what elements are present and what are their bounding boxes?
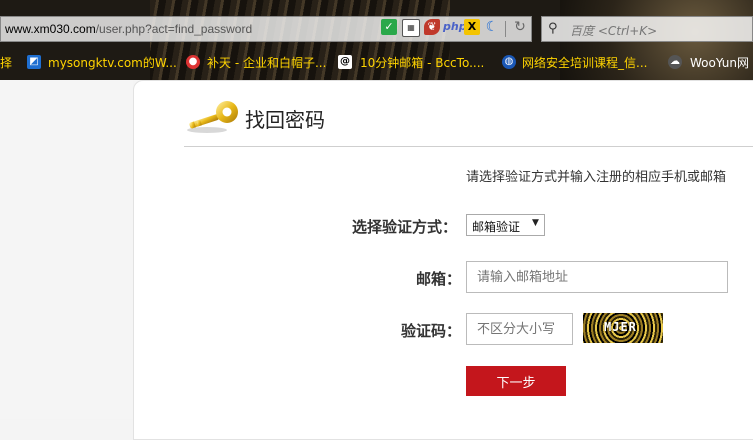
shield-icon[interactable]: ✓ [381, 19, 397, 35]
globe-icon: ◍ [502, 55, 516, 69]
x-tool-icon[interactable]: X [464, 19, 480, 35]
bookmark-item-bccto[interactable]: 10分钟邮箱 - BccTo.... [360, 54, 484, 71]
feather-icon[interactable]: ❦ [424, 19, 440, 35]
email-label: 邮箱： [416, 270, 462, 288]
captcha-input[interactable] [466, 313, 573, 345]
refresh-icon[interactable]: ↻ [512, 19, 528, 37]
qr-code-icon[interactable]: ▦ [402, 19, 420, 37]
php-icon[interactable]: php [443, 19, 467, 35]
page-title: 找回密码 [245, 108, 325, 132]
verification-method-label: 选择验证方式： [352, 218, 458, 236]
bookmarks-bar: 择 ◩ mysongktv.com的W... ● 补天 - 企业和白帽子... … [0, 50, 753, 74]
toolbar-divider [505, 21, 506, 37]
bookmark-item-wooyun[interactable]: WooYun网 [690, 54, 749, 71]
search-placeholder: 百度 <Ctrl+K> [570, 24, 658, 38]
content-panel [133, 80, 753, 440]
wooyun-icon: ☁ [668, 55, 682, 69]
captcha-label: 验证码： [401, 322, 462, 340]
captcha-image[interactable]: MJER [583, 313, 663, 343]
search-icon: ⚲ [548, 21, 558, 36]
bookmark-item-butian[interactable]: 补天 - 企业和白帽子... [207, 54, 326, 71]
instruction-text: 请选择验证方式并输入注册的相应手机或邮箱 [466, 170, 727, 185]
dropdown-arrow-icon: ▼ [532, 218, 539, 228]
url-host: www.xm030.com [5, 22, 96, 36]
bookmark-item-security-training[interactable]: 网络安全培训课程_信... [522, 54, 647, 71]
email-input[interactable] [466, 261, 728, 293]
search-box[interactable]: ⚲ 百度 <Ctrl+K> [541, 16, 753, 42]
bookmark-item[interactable]: 择 [0, 54, 12, 71]
verification-method-select[interactable]: 邮箱验证 ▼ [466, 214, 545, 236]
verification-method-value: 邮箱验证 [472, 220, 521, 234]
mysongktv-icon: ◩ [27, 55, 41, 69]
moon-icon[interactable]: ☾ [484, 19, 500, 35]
page-left-margin [0, 80, 133, 419]
url-text[interactable]: www.xm030.com/user.php?act=find_password [5, 22, 252, 36]
captcha-text: MJER [604, 320, 637, 334]
browser-chrome: www.xm030.com/user.php?act=find_password… [0, 0, 753, 80]
key-icon [187, 101, 238, 133]
url-path: /user.php?act=find_password [95, 22, 253, 36]
title-divider [184, 146, 753, 147]
butian-icon: ● [186, 55, 200, 69]
next-step-button[interactable]: 下一步 [466, 366, 566, 396]
address-bar[interactable]: www.xm030.com/user.php?act=find_password… [0, 16, 532, 42]
bookmark-item-mysongktv[interactable]: mysongktv.com的W... [48, 54, 177, 71]
at-icon: @ [338, 55, 352, 69]
